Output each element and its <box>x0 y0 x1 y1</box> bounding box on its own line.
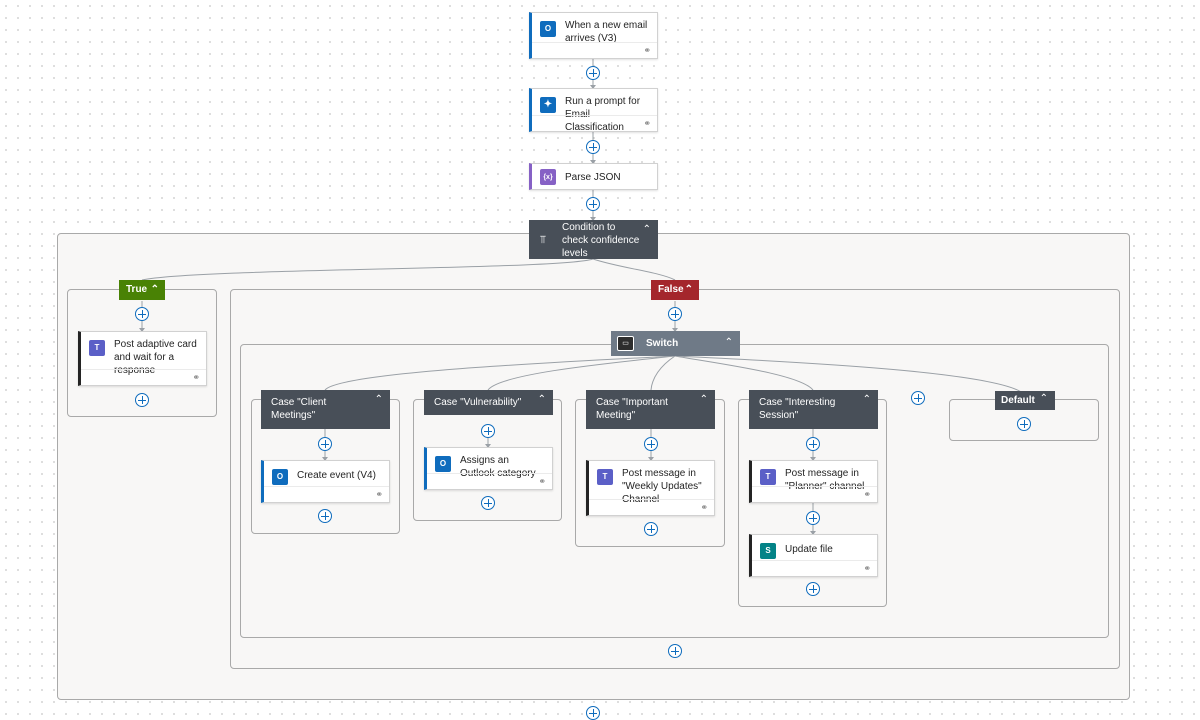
create-event-card[interactable]: O Create event (V4) ⚭ <box>261 460 390 503</box>
teams-icon: T <box>89 340 105 356</box>
condition-header[interactable]: ⫪ Condition to check confidence levels ⌃ <box>529 220 658 259</box>
case-label: Case "Important Meeting" <box>596 397 668 421</box>
case-vulnerability-header[interactable]: Case "Vulnerability" ⌃ <box>424 390 553 415</box>
case-label: Case "Vulnerability" <box>434 397 522 408</box>
add-step-icon[interactable] <box>1017 417 1031 431</box>
add-step-icon[interactable] <box>644 437 658 451</box>
add-step-icon[interactable] <box>806 437 820 451</box>
true-branch-label[interactable]: True ⌃ <box>119 280 165 300</box>
create-event-title: Create event (V4) <box>297 470 376 481</box>
outlook-category-card[interactable]: O Assigns an Outlook category ⚭ <box>424 447 553 490</box>
chevron-up-icon[interactable]: ⌃ <box>685 280 693 300</box>
chevron-up-icon[interactable]: ⌃ <box>700 395 708 405</box>
case-client-meetings-header[interactable]: Case "Client Meetings" ⌃ <box>261 390 390 429</box>
default-case-header[interactable]: Default ⌃ <box>995 391 1055 410</box>
add-step-icon[interactable] <box>586 706 600 720</box>
add-step-icon[interactable] <box>806 511 820 525</box>
planner-message-card[interactable]: T Post message in "Planner" channel ⚭ <box>749 460 878 503</box>
switch-header[interactable]: ▭ Switch ⌃ <box>611 331 740 356</box>
case-interesting-session-header[interactable]: Case "Interesting Session" ⌃ <box>749 390 878 429</box>
add-step-icon[interactable] <box>911 391 925 405</box>
card-footer <box>532 115 657 131</box>
card-footer <box>264 486 389 502</box>
link-icon[interactable]: ⚭ <box>538 477 546 486</box>
chevron-up-icon[interactable]: ⌃ <box>725 338 733 348</box>
card-footer <box>427 473 552 489</box>
switch-title: Switch <box>646 338 679 349</box>
add-step-icon[interactable] <box>668 307 682 321</box>
card-footer <box>532 42 657 58</box>
link-icon[interactable]: ⚭ <box>192 373 200 382</box>
chevron-up-icon[interactable]: ⌃ <box>151 280 159 300</box>
card-footer <box>752 560 877 576</box>
json-icon: {x} <box>540 169 556 185</box>
true-label: True <box>126 284 148 295</box>
update-file-title: Update file <box>785 544 833 555</box>
add-step-icon[interactable] <box>586 140 600 154</box>
outlook-icon: O <box>272 469 288 485</box>
link-icon[interactable]: ⚭ <box>375 490 383 499</box>
case-label: Case "Interesting Session" <box>759 397 836 421</box>
teams-icon: T <box>597 469 613 485</box>
card-footer <box>81 369 206 385</box>
switch-icon: ▭ <box>617 336 634 351</box>
case-important-meeting-header[interactable]: Case "Important Meeting" ⌃ <box>586 390 715 429</box>
add-step-icon[interactable] <box>481 424 495 438</box>
card-footer <box>589 499 714 515</box>
parse-json-title: Parse JSON <box>565 172 621 183</box>
outlook-icon: O <box>435 456 451 472</box>
parse-json-card[interactable]: {x} Parse JSON <box>529 163 658 190</box>
adaptive-card-action[interactable]: T Post adaptive card and wait for a resp… <box>78 331 207 386</box>
link-icon[interactable]: ⚭ <box>700 503 708 512</box>
chevron-up-icon[interactable]: ⌃ <box>1040 394 1048 404</box>
add-step-icon[interactable] <box>318 509 332 523</box>
add-step-icon[interactable] <box>318 437 332 451</box>
add-step-icon[interactable] <box>135 307 149 321</box>
chevron-up-icon[interactable]: ⌃ <box>375 395 383 405</box>
update-file-card[interactable]: S Update file ⚭ <box>749 534 878 577</box>
trigger-card[interactable]: O When a new email arrives (V3) ⚭ <box>529 12 658 59</box>
add-step-icon[interactable] <box>668 644 682 658</box>
false-branch-label[interactable]: False ⌃ <box>651 280 699 300</box>
teams-icon: T <box>760 469 776 485</box>
sharepoint-icon: S <box>760 543 776 559</box>
weekly-updates-message-card[interactable]: T Post message in "Weekly Updates" Chann… <box>586 460 715 516</box>
case-label: Case "Client Meetings" <box>271 397 327 421</box>
link-icon[interactable]: ⚭ <box>863 564 871 573</box>
condition-icon: ⫪ <box>539 233 547 246</box>
add-step-icon[interactable] <box>481 496 495 510</box>
false-label: False <box>658 284 684 295</box>
link-icon[interactable]: ⚭ <box>643 119 651 128</box>
ai-prompt-icon: ✦ <box>540 97 556 113</box>
add-step-icon[interactable] <box>806 582 820 596</box>
chevron-up-icon[interactable]: ⌃ <box>643 225 651 235</box>
default-label: Default <box>1001 395 1035 406</box>
add-step-icon[interactable] <box>586 66 600 80</box>
outlook-icon: O <box>540 21 556 37</box>
link-icon[interactable]: ⚭ <box>863 490 871 499</box>
add-step-icon[interactable] <box>644 522 658 536</box>
add-step-icon[interactable] <box>586 197 600 211</box>
link-icon[interactable]: ⚭ <box>643 46 651 55</box>
flow-canvas: O When a new email arrives (V3) ⚭ ✦ Run … <box>0 0 1200 720</box>
condition-title: Condition to check confidence levels <box>562 222 640 259</box>
add-step-icon[interactable] <box>135 393 149 407</box>
prompt-card[interactable]: ✦ Run a prompt for Email Classification … <box>529 88 658 133</box>
card-footer <box>752 486 877 502</box>
chevron-up-icon[interactable]: ⌃ <box>863 395 871 405</box>
chevron-up-icon[interactable]: ⌃ <box>538 395 546 405</box>
